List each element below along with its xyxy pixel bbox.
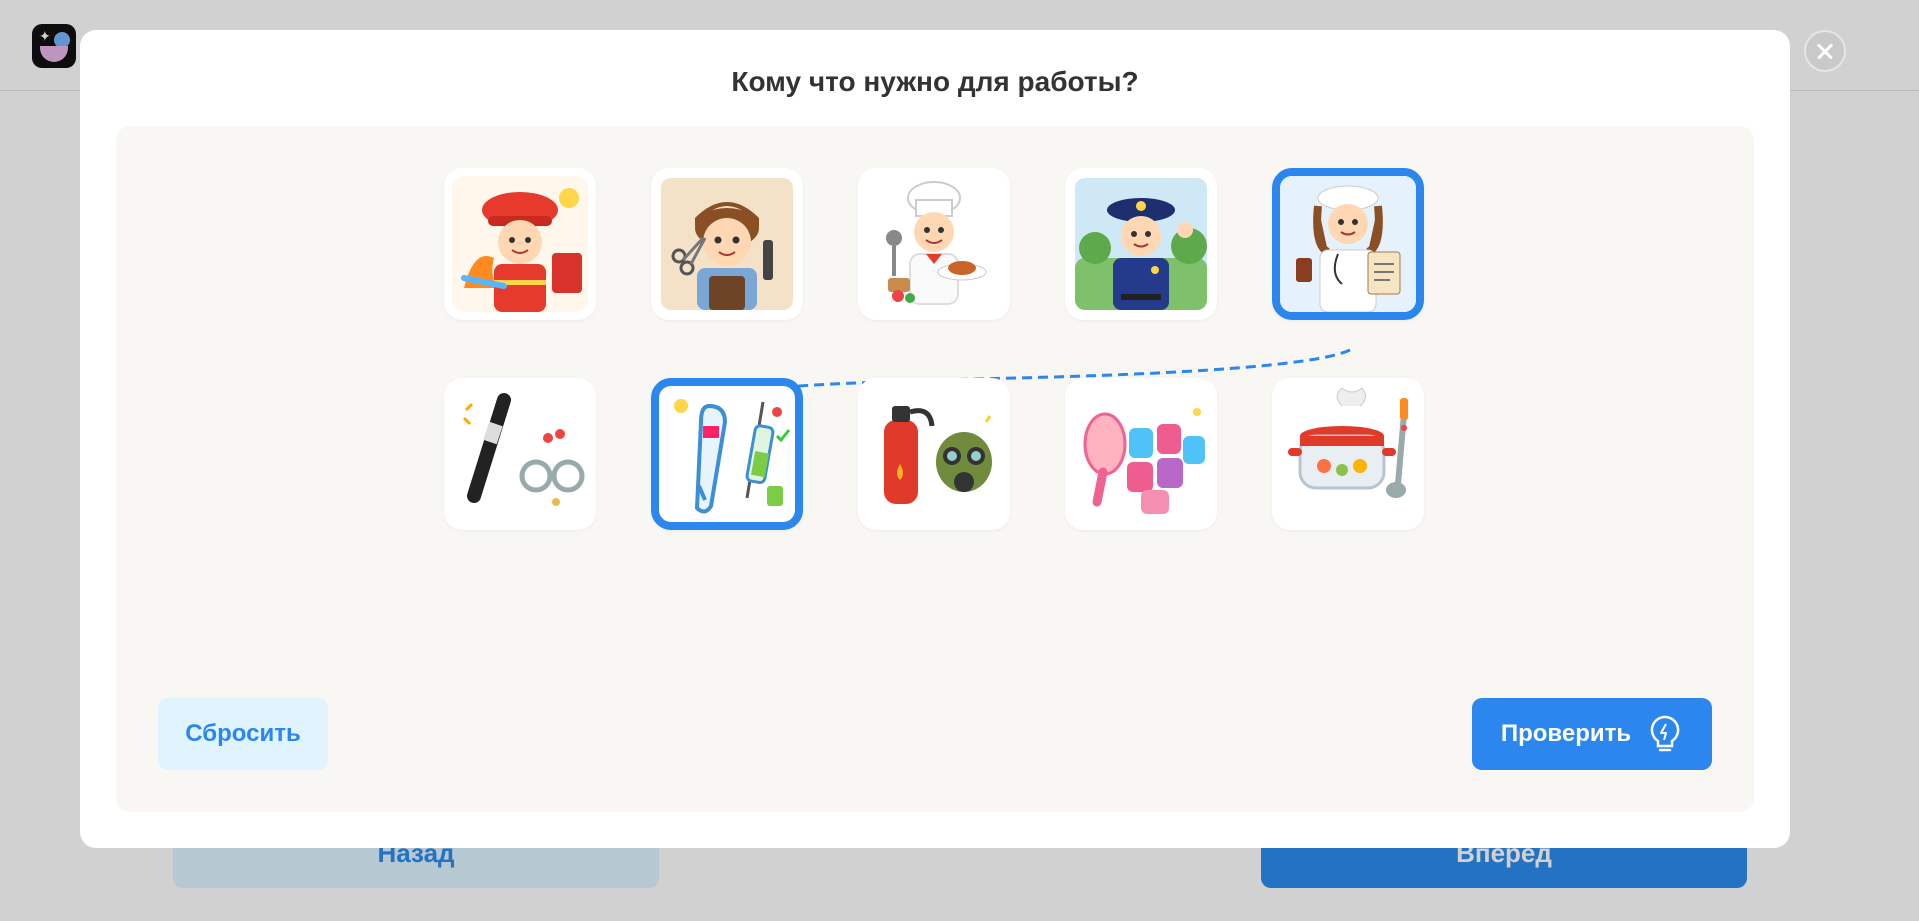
card-police-officer[interactable] (1065, 168, 1217, 320)
chef-icon (886, 181, 987, 305)
matching-modal: Кому что нужно для работы? Сбросить Пров… (80, 30, 1790, 848)
firefighter-icon (452, 176, 588, 312)
check-button-label: Проверить (1500, 720, 1632, 747)
pot-ladle-icon (1288, 387, 1408, 498)
baton-handcuffs-icon (462, 393, 585, 506)
card-brush-curlers[interactable] (1065, 378, 1217, 530)
card-firefighter[interactable] (444, 168, 596, 320)
card-hairdresser[interactable] (651, 168, 803, 320)
card-doctor[interactable] (1272, 168, 1424, 320)
page-title: Кому что нужно для работы? (731, 66, 1139, 97)
card-extinguisher-gasmask[interactable] (858, 378, 1010, 530)
thermometer-syringe-icon (674, 399, 791, 514)
close-icon[interactable] (1804, 30, 1846, 72)
doctor-icon (1280, 176, 1416, 312)
reset-button[interactable]: Сбросить (158, 698, 328, 770)
check-button[interactable]: Проверить (1472, 698, 1712, 770)
lightbulb-icon (1650, 715, 1680, 752)
card-thermometer-syringe[interactable] (651, 378, 803, 530)
card-baton-handcuffs[interactable] (444, 378, 596, 530)
hairdresser-icon (661, 178, 793, 310)
matching-board: Сбросить Проверить (116, 126, 1754, 812)
police-officer-icon (1075, 178, 1207, 310)
card-chef[interactable] (858, 168, 1010, 320)
card-pot-ladle[interactable] (1272, 378, 1424, 530)
brush-curlers-icon (1083, 408, 1205, 514)
extinguisher-gasmask-icon (884, 406, 992, 504)
